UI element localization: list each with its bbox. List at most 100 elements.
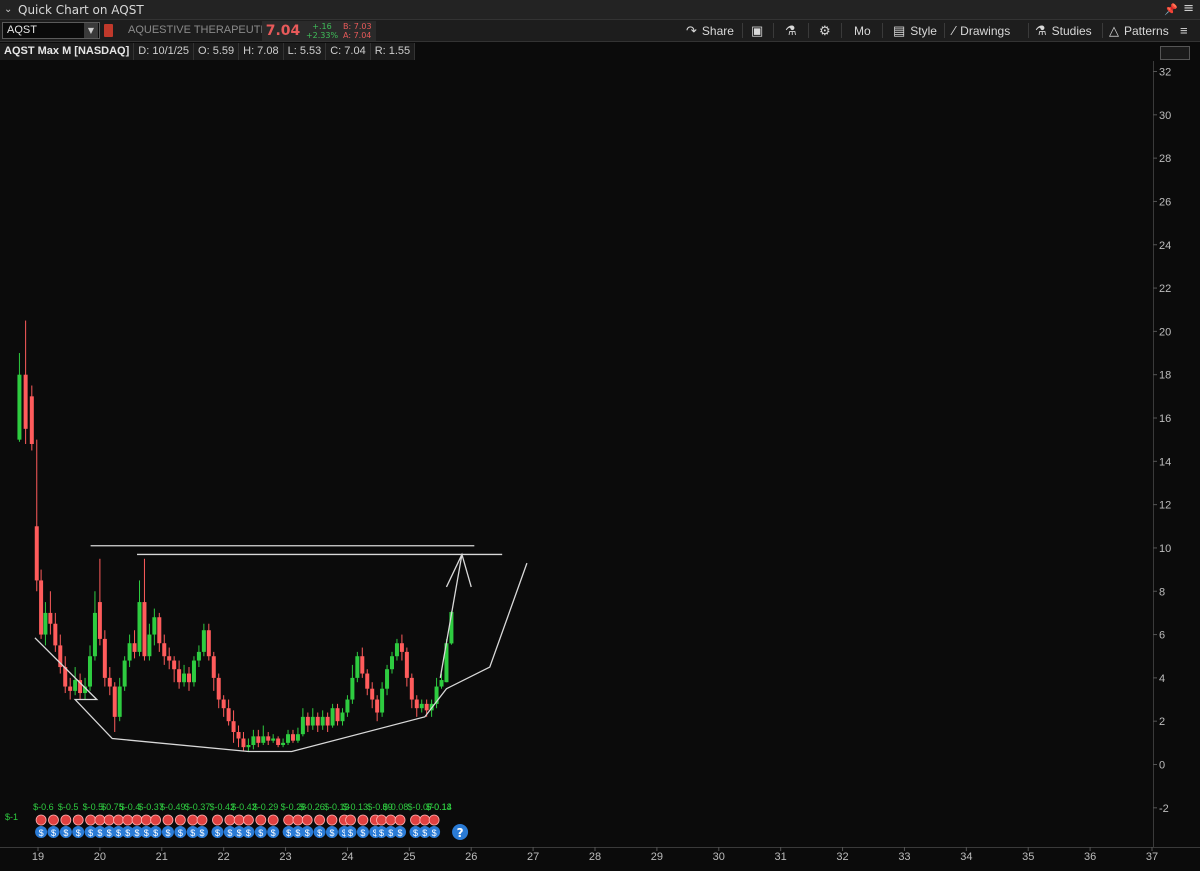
dividend-icon-glyph: $ [348,828,353,838]
earnings-icon [292,814,304,826]
candle-body [246,745,251,748]
style-label: Style [910,23,937,38]
settings-button[interactable]: ⚙ [819,20,831,41]
dividend-icon-glyph: $ [379,828,384,838]
candle-body [290,734,295,741]
help-icon [452,824,469,840]
dividend-icon [325,826,338,838]
dividend-icon [161,826,174,838]
auto-scale-icon[interactable] [1160,46,1190,60]
eps-label: $-0.6 [33,802,54,812]
dividend-icon [428,826,441,838]
dividend-icon-glyph: $ [271,828,276,838]
candle-body [266,736,271,741]
dividend-icon [211,826,224,838]
candle-body [127,643,132,661]
dividend-icon [131,826,144,838]
drawings-layer[interactable] [34,545,528,753]
earnings-icon [233,814,245,826]
earnings-icon [267,814,279,826]
candle-body [390,656,395,670]
dividend-icon [418,826,431,838]
candle-body [216,677,221,700]
camera-icon: ▣ [751,22,764,38]
pin-icon[interactable]: 📌 [1164,3,1178,16]
alert-flag-icon[interactable] [104,24,113,37]
candle-body [137,602,142,652]
earnings-icon [369,814,381,826]
candle-body [73,680,78,691]
dividend-icon [375,826,388,838]
candle-body [370,688,375,700]
eps-label: $-0.49 [160,802,186,812]
eps-label: $-0.37 [185,802,211,812]
earnings-icon [140,814,152,826]
dividend-icon-glyph: $ [295,828,300,838]
info-date: D: 10/1/25 [134,43,195,60]
dividend-icon-glyph: $ [88,828,93,838]
candle-style-icon: ▤ [893,22,906,38]
eps-label: $-0.37 [138,802,164,812]
dividend-icon [174,826,187,838]
events-layer[interactable]: $ $ $ $ $ $ $ $ $ $ $ $ $ $ $ $ $ $ $ $ $ $ $ $ $ $ $ $ $ $ $ $ $ $ $ $ $ ?$-… [5,802,469,840]
symbol-dropdown-icon[interactable]: ▼ [84,23,98,38]
dividend-icon [149,826,162,838]
candle-body [241,738,246,748]
candle-body [34,526,39,581]
candle-body [172,660,177,670]
earnings-icon [113,814,124,826]
more-button[interactable]: ≡ [1180,20,1188,41]
dividend-icon-glyph: $ [76,828,81,838]
info-open: O: 5.59 [194,43,240,60]
candle-body [117,686,122,717]
drawings-button[interactable]: ∕ Drawings [953,20,1010,41]
candle-body [355,656,360,678]
dividend-icon-glyph: $ [422,828,427,838]
dividend-icon [93,826,106,838]
candle-body [256,736,261,743]
menu-icon[interactable]: ≡ [1183,1,1194,16]
dividend-icon-glyph: $ [63,828,68,838]
candle-body [112,686,117,717]
candle-body [305,716,310,726]
collapse-chevron-icon[interactable]: ⌄ [4,4,16,15]
studies-button[interactable]: ⚗ Studies [1035,20,1092,41]
eps-label: $-0.5 [58,802,79,812]
dividend-icon [409,826,422,838]
price-chart[interactable]: $ $ $ $ $ $ $ $ $ $ $ $ $ $ $ $ $ $ $ $ $ $ $ $ $ $ $ $ $ $ $ $ $ $ $ $ $ ?$-… [0,0,1200,871]
candle-body [102,638,107,678]
candle-body [271,738,276,741]
dividend-icon [35,826,48,838]
dividend-icon [59,826,72,838]
dividend-icon-glyph: $ [135,828,140,838]
candle-body [310,716,315,726]
candle-body [142,602,147,657]
snapshot-button[interactable]: ▣ [751,20,763,41]
eps-label: $-0.4 [120,802,141,812]
patterns-button[interactable]: △ Patterns [1109,20,1169,41]
flask-button[interactable]: ⚗ [785,20,797,41]
candle-body [350,677,355,700]
style-button[interactable]: ▤ Style [893,20,937,41]
dividend-icon-glyph: $ [360,828,365,838]
candle-body [23,374,28,429]
earnings-icon [357,814,369,826]
candle-body [152,617,157,635]
share-button[interactable]: ↷ Share [686,20,734,41]
price-axis[interactable] [1153,61,1200,847]
window-title: Quick Chart on AQST [18,2,144,17]
patterns-label: Patterns [1124,23,1169,38]
dividend-icon-glyph: $ [373,828,378,838]
candle-body [251,736,256,746]
dividend-icon-glyph: $ [305,828,310,838]
earnings-icon [72,814,84,826]
candle-body [325,716,330,726]
dividend-icon-glyph: $ [153,828,158,838]
dividend-icon-glyph: $ [398,828,403,838]
dividend-icon-glyph: $ [215,828,220,838]
candle-body [419,703,424,709]
time-axis[interactable] [0,847,1200,871]
timeframe-button[interactable]: Mo [854,20,871,41]
candle-body [157,617,162,644]
dividend-icon [140,826,153,838]
